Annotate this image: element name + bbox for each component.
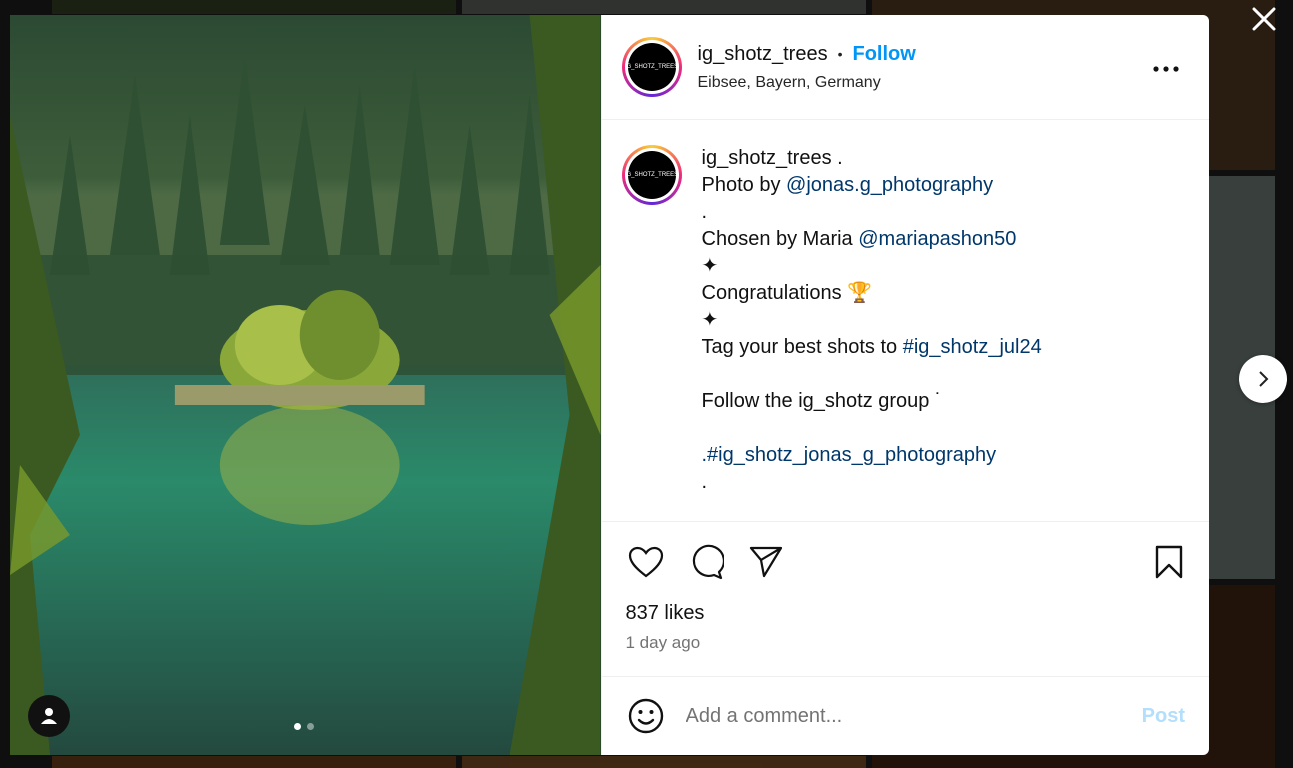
caption-text: ✦ (701, 309, 719, 331)
user-icon (41, 708, 57, 724)
carousel-indicator (294, 723, 314, 730)
mention-link[interactable]: @jonas.g_photography (786, 174, 993, 196)
chevron-right-icon (1259, 371, 1269, 387)
caption-text: Photo by (701, 174, 787, 196)
comment-bar: Post (602, 677, 1210, 755)
post-header: IG_SHOTZ_TREES ig_shotz_trees • Follow E… (601, 15, 1209, 120)
post-photo[interactable] (10, 15, 601, 755)
caption-text: ✦ (701, 255, 719, 277)
username-link[interactable]: ig_shotz_trees (698, 43, 828, 66)
post-time[interactable]: 1 day ago (626, 633, 1186, 653)
post-stats: 837 likes 1 day ago (601, 602, 1209, 677)
post-caption: IG_SHOTZ_TREES ig_shotz_trees . Photo by… (601, 120, 1209, 522)
carousel-dot (307, 723, 314, 730)
separator: • (837, 46, 843, 62)
mention-link[interactable]: @mariapashon50 (858, 228, 1016, 250)
caption-text: Congratulations 🏆 (701, 282, 873, 304)
post-sidebar: IG_SHOTZ_TREES ig_shotz_trees • Follow E… (600, 15, 1210, 755)
avatar-logo: IG_SHOTZ_TREES (625, 151, 678, 199)
caption-text: . (701, 471, 708, 493)
close-icon[interactable] (1249, 4, 1279, 34)
likes-count[interactable]: 837 likes (626, 602, 1186, 625)
lake-forest-image (10, 15, 601, 755)
location-link[interactable]: Eibsee, Bayern, Germany (698, 74, 916, 92)
share-icon[interactable] (746, 542, 786, 582)
comment-input[interactable] (683, 703, 1142, 729)
caption-text: Chosen by Maria (701, 228, 859, 250)
post-modal: IG_SHOTZ_TREES ig_shotz_trees • Follow E… (10, 15, 1209, 755)
post-comment-button[interactable]: Post (1142, 705, 1185, 728)
caption-text: Follow the ig_shotz group ˙ (701, 390, 942, 412)
heart-icon[interactable] (626, 542, 666, 582)
avatar[interactable]: IG_SHOTZ_TREES (621, 37, 682, 97)
avatar-logo: IG_SHOTZ_TREES (625, 43, 678, 91)
hashtag-link[interactable]: .#ig_shotz_jonas_g_photography (702, 442, 1042, 469)
follow-button[interactable]: Follow (852, 43, 915, 66)
more-options-icon[interactable] (1153, 59, 1179, 77)
comment-icon[interactable] (686, 542, 726, 582)
caption-text: . (701, 201, 708, 223)
hashtag-link[interactable]: #ig_shotz_jul24 (903, 336, 1042, 358)
carousel-dot-active (294, 723, 301, 730)
next-post-button[interactable] (1239, 355, 1287, 403)
caption-text: Tag your best shots to (701, 336, 903, 358)
post-actions (602, 522, 1210, 602)
caption-username[interactable]: ig_shotz_trees (702, 147, 832, 169)
emoji-icon[interactable] (626, 696, 666, 736)
caption-text: . (831, 147, 843, 169)
caption-avatar[interactable]: IG_SHOTZ_TREES (621, 145, 682, 205)
tagged-users-button[interactable] (28, 695, 70, 737)
bookmark-icon[interactable] (1149, 542, 1189, 582)
